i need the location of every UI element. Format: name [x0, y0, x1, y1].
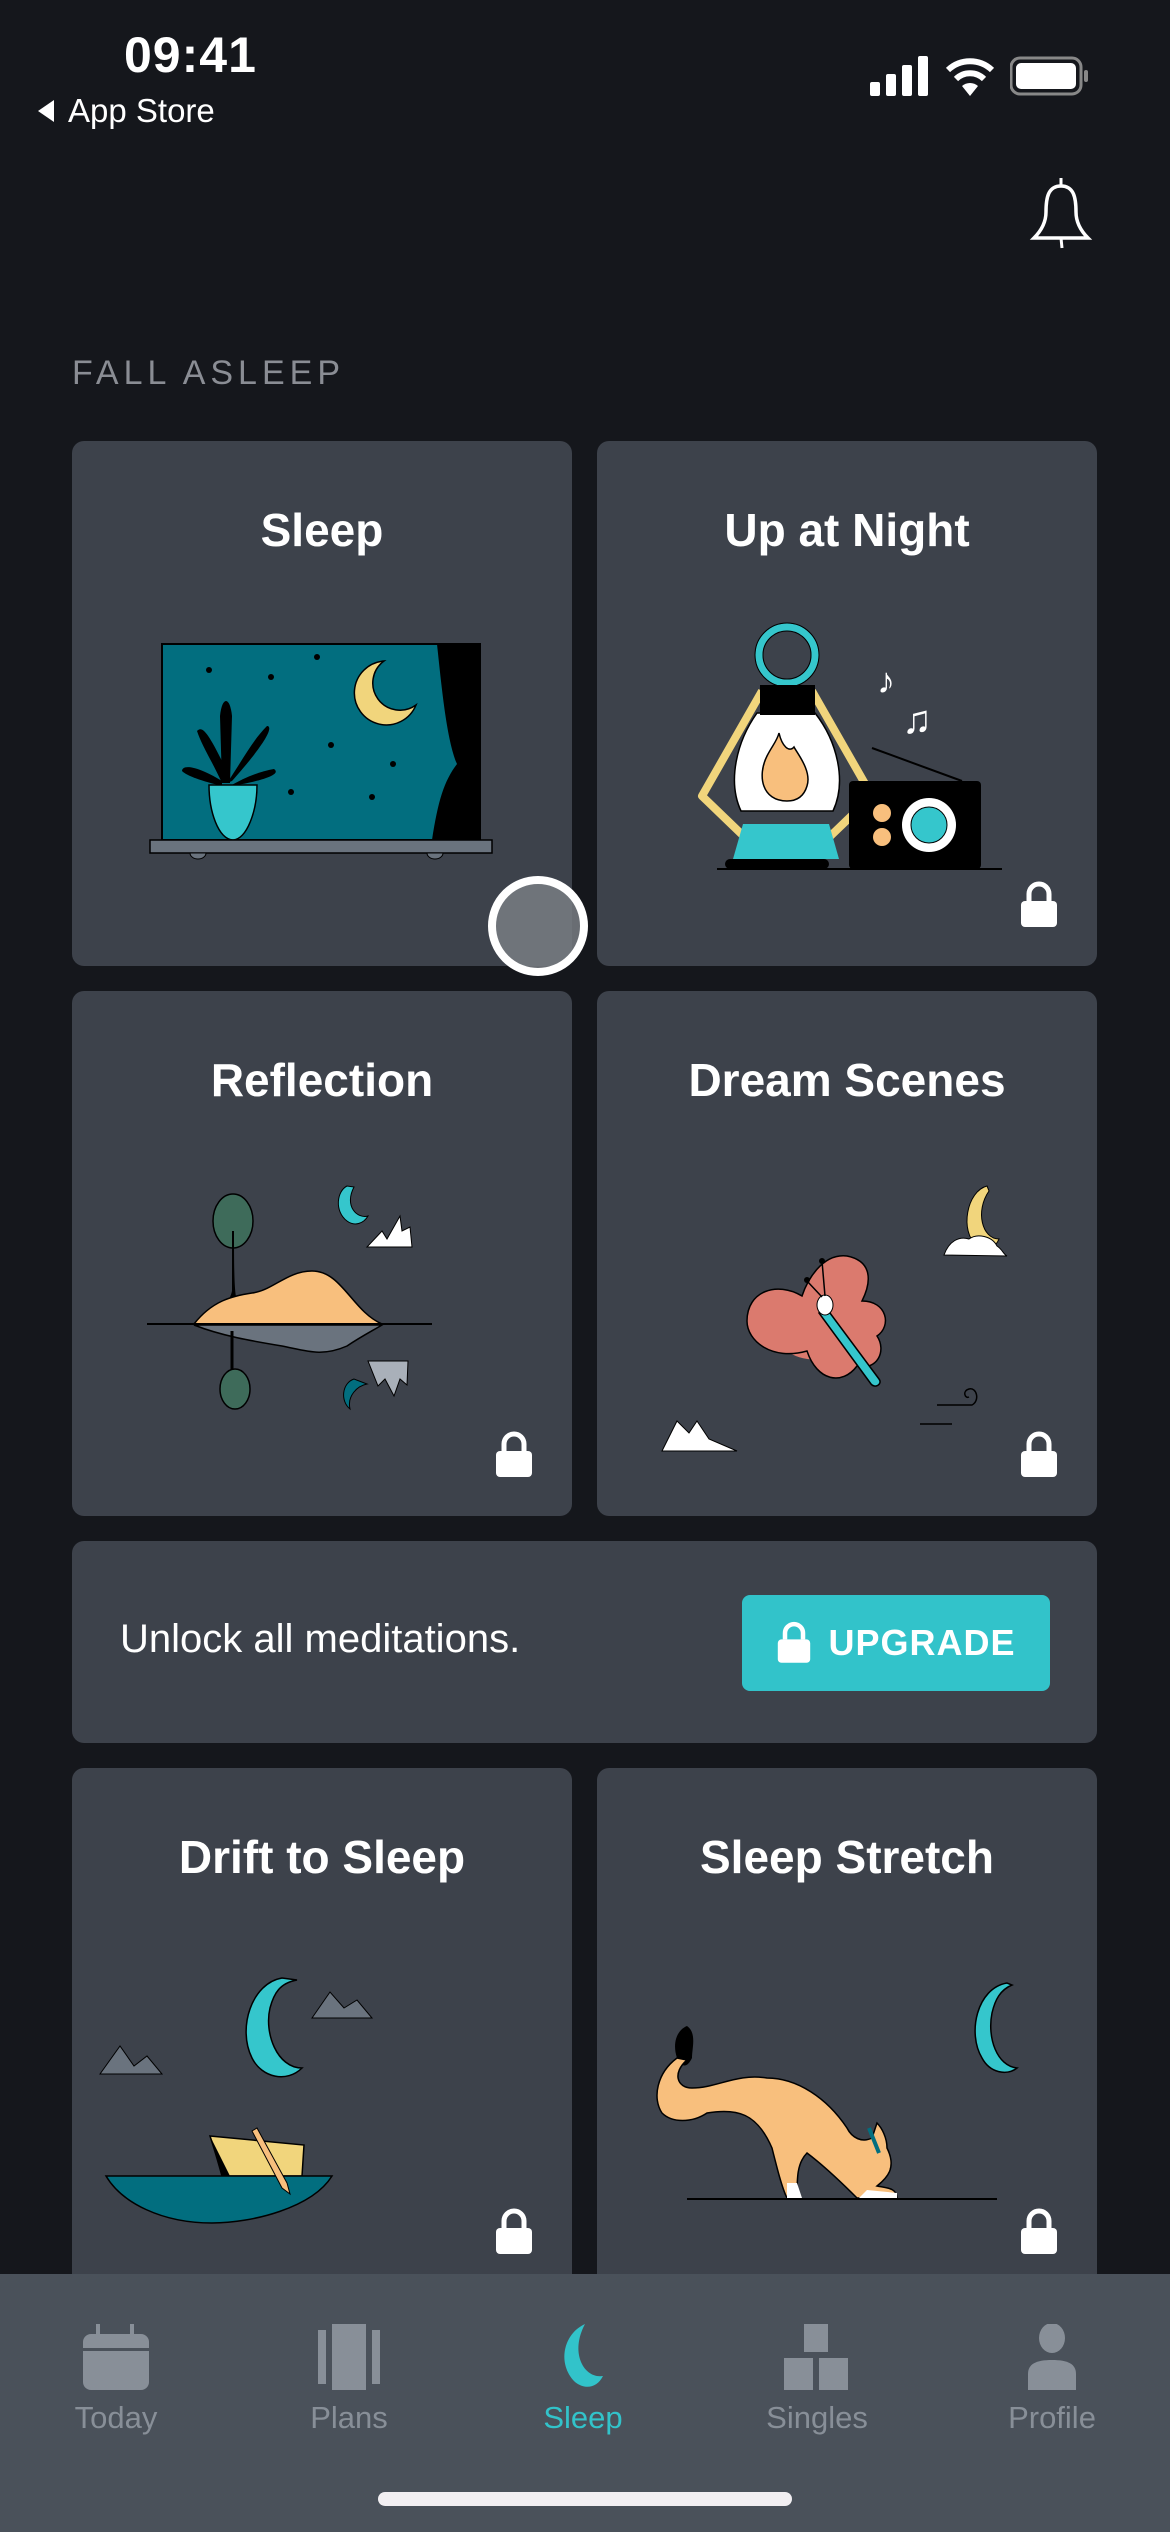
section-label: FALL ASLEEP [72, 354, 345, 392]
lock-icon [778, 1621, 811, 1663]
wifi-icon [945, 58, 995, 96]
tab-plans[interactable]: Plans [259, 2314, 439, 2436]
tab-label: Plans [310, 2400, 388, 2435]
moon-icon [564, 2324, 603, 2387]
touch-indicator [488, 876, 588, 976]
battery-icon [1010, 56, 1088, 96]
upgrade-label: UPGRADE [828, 1622, 1016, 1663]
back-arrow-icon [38, 100, 54, 122]
tab-label: Today [74, 2400, 158, 2435]
tab-label: Profile [1008, 2400, 1096, 2435]
lock-icon [1021, 2208, 1057, 2254]
card-drift-to-sleep[interactable]: Drift to Sleep [72, 1768, 572, 2293]
tab-sleep[interactable]: Sleep [493, 2314, 673, 2436]
tab-label: Singles [766, 2400, 868, 2435]
lock-icon [496, 1431, 532, 1477]
promo-text: Unlock all meditations. [120, 1617, 521, 1661]
back-to-app-store[interactable]: App Store [38, 92, 215, 130]
card-reflection[interactable]: Reflection [72, 991, 572, 1516]
lock-icon [1021, 881, 1057, 927]
upgrade-button[interactable]: UPGRADE [742, 1595, 1050, 1691]
tab-today[interactable]: Today [26, 2314, 206, 2436]
card-up-at-night[interactable]: Up at Night ♪ ♫ [597, 441, 1097, 966]
card-sleep[interactable]: Sleep [72, 441, 572, 966]
window-night-illustration [149, 643, 493, 860]
plans-icon [318, 2324, 380, 2390]
bell-icon[interactable] [1026, 178, 1096, 252]
signal-icon [870, 56, 928, 96]
blocks-icon [784, 2324, 848, 2390]
upgrade-promo: Unlock all meditations. UPGRADE [72, 1541, 1097, 1743]
status-time: 09:41 [124, 27, 257, 83]
person-icon [1028, 2324, 1076, 2390]
music-notes-icon: ♫ [902, 698, 932, 742]
tab-profile[interactable]: Profile [962, 2314, 1142, 2436]
music-note-icon: ♪ [877, 660, 895, 701]
tab-label: Sleep [543, 2400, 623, 2435]
home-indicator[interactable] [378, 2492, 792, 2506]
status-icons [870, 56, 1090, 96]
lock-icon [1021, 1431, 1057, 1477]
calendar-icon [83, 2324, 149, 2390]
back-label: App Store [68, 92, 215, 129]
tab-singles[interactable]: Singles [727, 2314, 907, 2436]
card-dream-scenes[interactable]: Dream Scenes [597, 991, 1097, 1516]
lock-icon [496, 2208, 532, 2254]
card-sleep-stretch[interactable]: Sleep Stretch [597, 1768, 1097, 2293]
